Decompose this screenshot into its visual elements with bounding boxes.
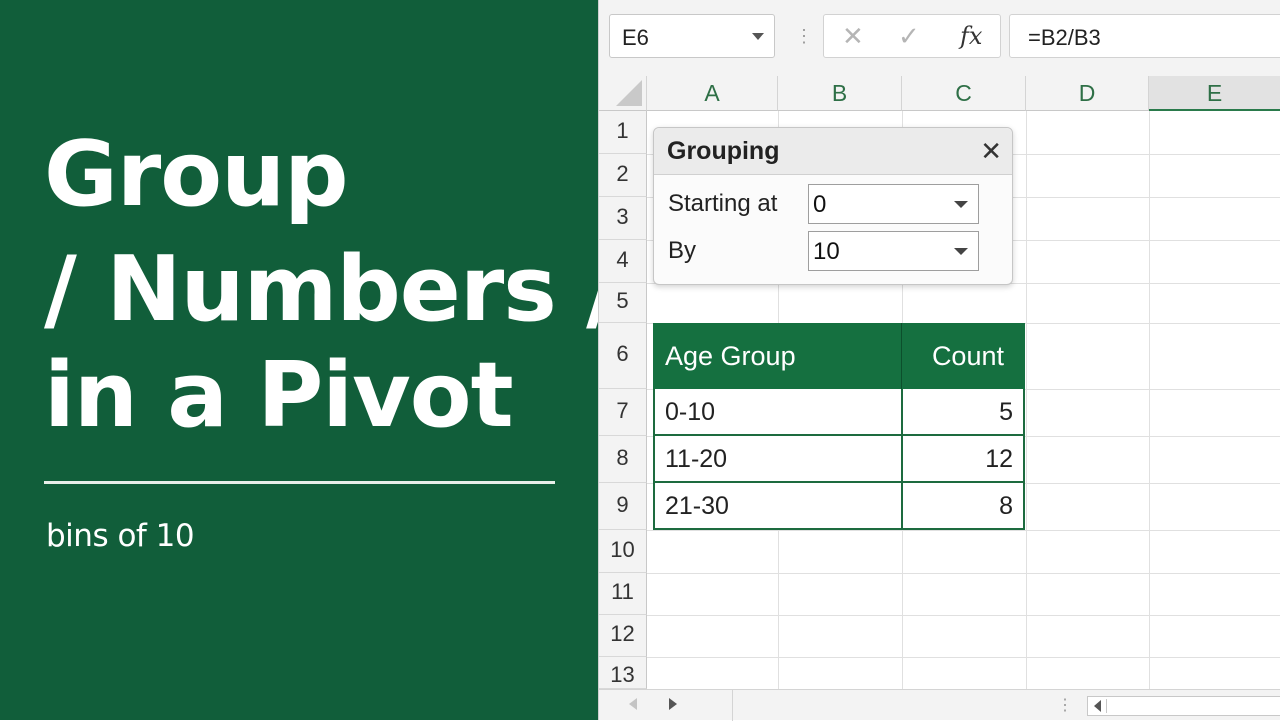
column-header-e[interactable]: E xyxy=(1149,76,1280,111)
pivot-cell-count[interactable]: 5 xyxy=(999,398,1013,427)
row-header-2[interactable]: 2 xyxy=(599,154,647,197)
select-all-corner[interactable] xyxy=(599,76,647,111)
row-header-4[interactable]: 4 xyxy=(599,240,647,283)
vertical-dots-icon[interactable]: ⋮ xyxy=(1057,695,1073,715)
starting-at-label: Starting at xyxy=(668,190,778,217)
formula-buttons: ✕ ✓ fx xyxy=(823,14,1001,58)
row-header-13[interactable]: 13 xyxy=(599,657,647,689)
vertical-dots-icon[interactable]: ⋮ xyxy=(795,26,813,47)
row-header-10[interactable]: 10 xyxy=(599,530,647,573)
row-header-12[interactable]: 12 xyxy=(599,615,647,657)
pivot-header-age-group[interactable]: Age Group xyxy=(665,341,796,372)
by-label: By xyxy=(668,237,697,264)
dialog-title: Grouping xyxy=(667,137,780,165)
name-box-value: E6 xyxy=(622,25,649,50)
pivot-header-row: Age Group Count xyxy=(653,323,1025,389)
horizontal-scrollbar[interactable] xyxy=(1087,696,1280,716)
chevron-down-icon[interactable] xyxy=(954,248,968,255)
name-box[interactable]: E6 xyxy=(609,14,775,58)
chevron-down-icon[interactable] xyxy=(954,201,968,208)
close-icon[interactable]: ✕ xyxy=(980,136,1002,167)
pivot-header-count[interactable]: Count xyxy=(932,341,1004,372)
row-header-1[interactable]: 1 xyxy=(599,111,647,154)
row-header-11[interactable]: 11 xyxy=(599,573,647,615)
cancel-icon[interactable]: ✕ xyxy=(842,21,864,52)
title-line-2: / Numbers / xyxy=(44,237,619,342)
column-header-d[interactable]: D xyxy=(1026,76,1149,111)
prev-sheet-icon[interactable] xyxy=(629,698,637,710)
column-header-c[interactable]: C xyxy=(902,76,1026,111)
by-dropdown[interactable]: 10 xyxy=(808,231,979,271)
row-header-6[interactable]: 6 xyxy=(599,323,647,389)
row-header-7[interactable]: 7 xyxy=(599,389,647,436)
by-value: 10 xyxy=(813,238,840,265)
formula-input[interactable]: =B2/B3 xyxy=(1009,14,1280,58)
pivot-cell-group[interactable]: 0-10 xyxy=(665,398,715,427)
row-header-5[interactable]: 5 xyxy=(599,283,647,323)
column-header-a[interactable]: A xyxy=(647,76,778,111)
pivot-row[interactable]: 21-30 8 xyxy=(653,483,1025,530)
row-header-9[interactable]: 9 xyxy=(599,483,647,530)
formula-value: =B2/B3 xyxy=(1028,25,1101,50)
starting-at-dropdown[interactable]: 0 xyxy=(808,184,979,224)
starting-at-value: 0 xyxy=(813,191,827,218)
pivot-row[interactable]: 11-20 12 xyxy=(653,436,1025,483)
scroll-left-icon[interactable] xyxy=(1094,700,1101,712)
formula-bar: E6 ⋮ ✕ ✓ fx =B2/B3 xyxy=(599,0,1280,76)
scrollbar-thumb[interactable] xyxy=(1106,699,1279,713)
next-sheet-icon[interactable] xyxy=(669,698,677,710)
grouping-dialog: Grouping ✕ Starting at 0 By 10 xyxy=(653,127,1013,285)
row-header-3[interactable]: 3 xyxy=(599,197,647,240)
column-header-b[interactable]: B xyxy=(778,76,902,111)
pivot-cell-group[interactable]: 21-30 xyxy=(665,492,729,521)
pivot-table: Age Group Count 0-10 5 11-20 12 21-30 8 xyxy=(653,323,1025,530)
row-header-8[interactable]: 8 xyxy=(599,436,647,483)
title-line-1: Group xyxy=(44,122,349,227)
pivot-cell-count[interactable]: 12 xyxy=(985,445,1013,474)
enter-icon[interactable]: ✓ xyxy=(898,21,920,52)
pivot-cell-group[interactable]: 11-20 xyxy=(665,445,727,474)
chevron-down-icon[interactable] xyxy=(752,33,764,40)
title-panel: Group / Numbers / in a Pivot bins of 10 xyxy=(0,0,619,720)
pivot-row[interactable]: 0-10 5 xyxy=(653,389,1025,436)
pivot-cell-count[interactable]: 8 xyxy=(999,492,1013,521)
spreadsheet: E6 ⋮ ✕ ✓ fx =B2/B3 A B C D E 1 2 3 4 5 6… xyxy=(598,0,1280,721)
insert-function-icon[interactable]: fx xyxy=(960,22,982,50)
title-line-3: in a Pivot xyxy=(44,343,514,448)
dialog-title-bar[interactable]: Grouping ✕ xyxy=(654,128,1012,175)
sheet-tab-bar: ⋮ xyxy=(599,689,1280,721)
subtitle: bins of 10 xyxy=(46,518,195,554)
title-divider xyxy=(44,481,555,484)
